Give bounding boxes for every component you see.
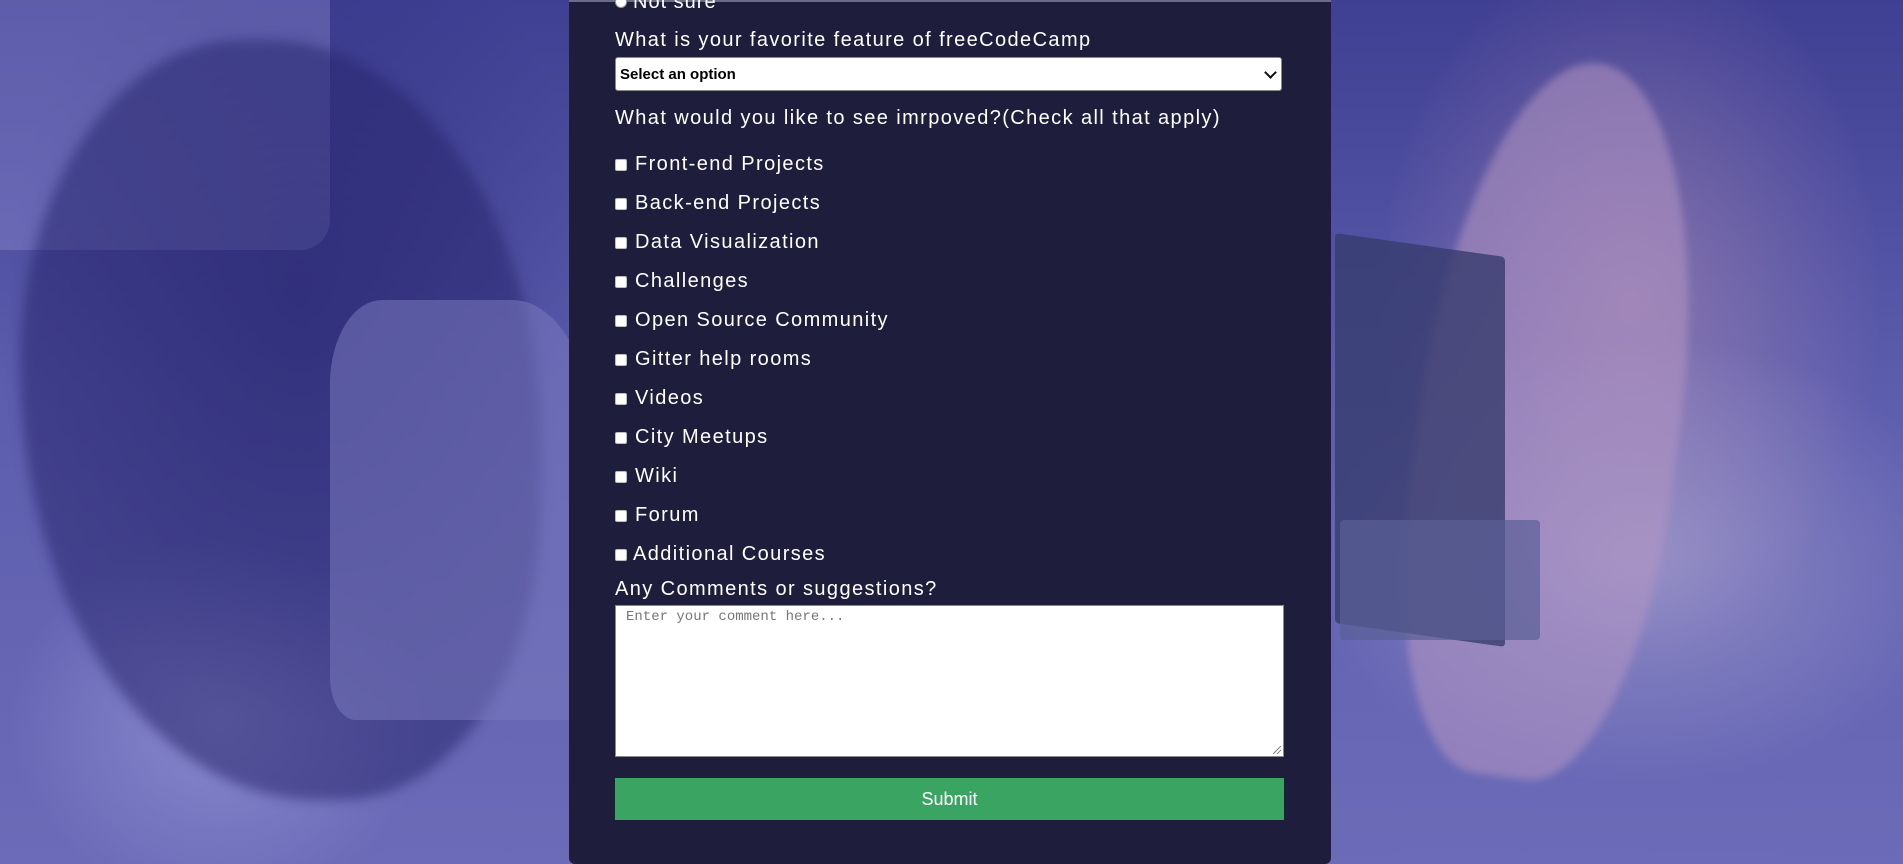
resize-handle-icon[interactable] — [1273, 746, 1281, 754]
improve-checklist: Front-end Projects Back-end Projects Dat… — [615, 145, 1215, 574]
checkbox-item-open-source-community[interactable]: Open Source Community — [615, 301, 1215, 340]
checkbox-item-forum[interactable]: Forum — [615, 496, 1215, 535]
checkbox-item-additional-courses[interactable]: Additional Courses — [615, 535, 1215, 574]
radio-button[interactable] — [615, 0, 627, 8]
submit-button[interactable]: Submit — [615, 778, 1284, 820]
background-pillow — [330, 300, 590, 720]
checkbox[interactable] — [615, 548, 627, 561]
checkbox-label: Forum — [635, 504, 700, 526]
checkbox-item-videos[interactable]: Videos — [615, 379, 1215, 418]
favorite-feature-dropdown[interactable]: Select an option — [615, 57, 1282, 91]
checkbox-item-front-end-projects[interactable]: Front-end Projects — [615, 145, 1215, 184]
checkbox[interactable] — [615, 197, 627, 210]
checkbox[interactable] — [615, 392, 627, 405]
favorite-feature-label: What is your favorite feature of freeCod… — [615, 29, 1092, 51]
checkbox[interactable] — [615, 431, 627, 444]
checkbox[interactable] — [615, 314, 627, 327]
checkbox[interactable] — [615, 509, 627, 522]
checkbox[interactable] — [615, 158, 627, 171]
survey-form-panel: Not sure What is your favorite feature o… — [569, 0, 1331, 864]
checkbox-item-challenges[interactable]: Challenges — [615, 262, 1215, 301]
checkbox-item-back-end-projects[interactable]: Back-end Projects — [615, 184, 1215, 223]
comments-textarea[interactable]: Enter your comment here... — [615, 605, 1284, 757]
checkbox-label: Additional Courses — [633, 543, 827, 565]
chevron-down-icon — [1264, 65, 1277, 79]
checkbox-item-data-visualization[interactable]: Data Visualization — [615, 223, 1215, 262]
checkbox[interactable] — [615, 470, 627, 483]
radio-option-not-sure[interactable]: Not sure — [615, 0, 717, 13]
radio-option-label: Not sure — [633, 0, 717, 13]
checkbox-label: Videos — [635, 387, 705, 409]
checkbox-item-city-meetups[interactable]: City Meetups — [615, 418, 1215, 457]
checkbox-label: Back-end Projects — [635, 192, 822, 214]
dropdown-selected-value: Select an option — [620, 65, 736, 83]
checkbox[interactable] — [615, 275, 627, 288]
checkbox-label: City Meetups — [635, 426, 769, 448]
background-laptop-keyboard — [1340, 520, 1540, 640]
checkbox-label: Data Visualization — [635, 231, 820, 253]
checkbox-item-gitter-help-rooms[interactable]: Gitter help rooms — [615, 340, 1215, 379]
checkbox[interactable] — [615, 236, 627, 249]
comments-label: Any Comments or suggestions? — [615, 578, 938, 600]
checkbox-label: Challenges — [635, 270, 750, 292]
checkbox-label: Wiki — [635, 465, 679, 487]
improve-label: What would you like to see imrpoved?(Che… — [615, 107, 1221, 129]
checkbox[interactable] — [615, 353, 627, 366]
checkbox-label: Front-end Projects — [635, 153, 825, 175]
checkbox-item-wiki[interactable]: Wiki — [615, 457, 1215, 496]
comments-placeholder: Enter your comment here... — [626, 609, 845, 625]
checkbox-label: Gitter help rooms — [635, 348, 813, 370]
checkbox-label: Open Source Community — [635, 309, 889, 331]
